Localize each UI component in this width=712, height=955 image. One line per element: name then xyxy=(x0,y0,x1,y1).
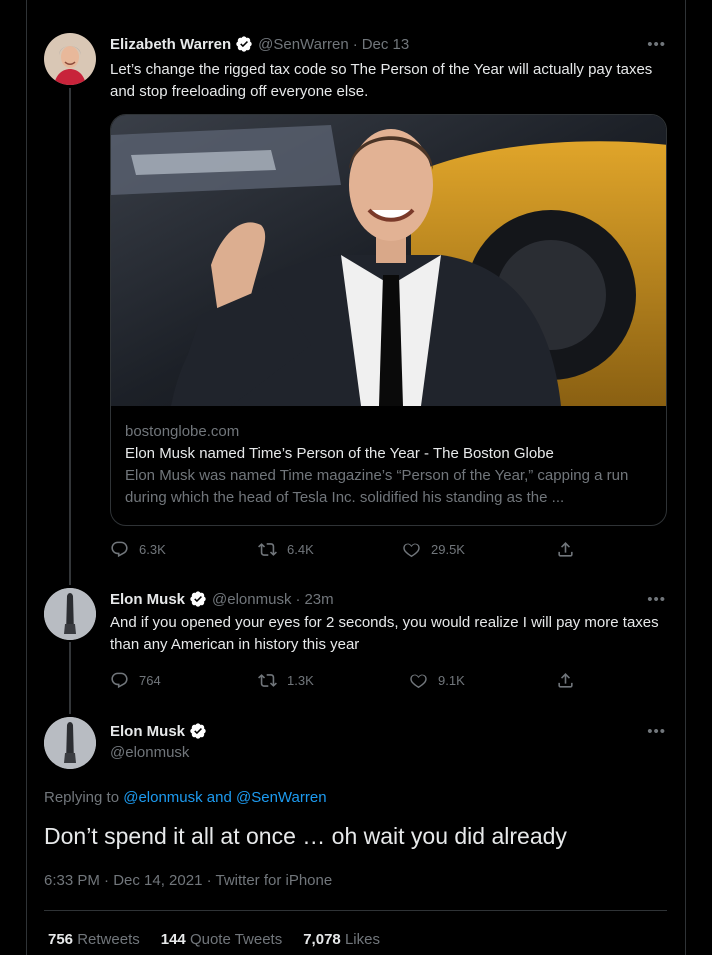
verified-badge-icon xyxy=(189,590,207,608)
likes-count: 7,078 xyxy=(303,931,341,948)
retweet-button[interactable]: 1.3K xyxy=(258,671,314,690)
retweet-count: 1.3K xyxy=(287,673,314,688)
thread-connector xyxy=(69,88,71,585)
tweet-timestamp[interactable]: 6:33 PM · Dec 14, 2021 · Twitter for iPh… xyxy=(44,872,332,889)
reply-icon xyxy=(111,672,128,689)
author-handle[interactable]: @elonmusk xyxy=(212,591,291,608)
tweet-actions: 6.3K 6.4K 29.5K xyxy=(110,540,580,560)
retweet-icon xyxy=(258,543,277,556)
more-options-icon[interactable]: ••• xyxy=(647,36,666,53)
author-handle[interactable]: @elonmusk xyxy=(110,744,189,761)
like-button[interactable]: 9.1K xyxy=(409,671,465,690)
retweet-icon xyxy=(258,674,277,687)
share-icon xyxy=(558,542,573,557)
card-image xyxy=(111,115,666,406)
heart-icon xyxy=(403,543,420,558)
like-button[interactable]: 29.5K xyxy=(402,540,465,559)
engagement-stats: 756 Retweets 144 Quote Tweets 7,078 Like… xyxy=(48,931,380,948)
link-card[interactable]: bostonglobe.com Elon Musk named Time’s P… xyxy=(110,114,667,526)
tweet-header: Elon Musk @elonmusk · 23m xyxy=(110,590,334,608)
retweet-button[interactable]: 6.4K xyxy=(258,540,314,559)
reply-button[interactable]: 764 xyxy=(110,671,161,690)
separator: · xyxy=(352,35,358,53)
main-tweet-header: Elon Musk xyxy=(110,722,212,740)
more-options-icon[interactable]: ••• xyxy=(647,723,666,740)
tweet-actions: 764 1.3K 9.1K xyxy=(110,671,580,691)
avatar-elonmusk[interactable] xyxy=(44,588,96,640)
replying-to: Replying to @elonmusk and @SenWarren xyxy=(44,789,327,806)
avatar-elonmusk[interactable] xyxy=(44,717,96,769)
share-icon xyxy=(558,673,573,688)
card-description: Elon Musk was named Time magazine’s “Per… xyxy=(125,467,629,506)
main-tweet-text: Don’t spend it all at once … oh wait you… xyxy=(44,823,567,849)
tweet-text: And if you opened your eyes for 2 second… xyxy=(110,614,659,653)
likes-stat[interactable]: 7,078 Likes xyxy=(303,931,380,948)
divider xyxy=(44,910,667,911)
card-title: Elon Musk named Time’s Person of the Yea… xyxy=(125,445,554,462)
retweet-count: 6.4K xyxy=(287,542,314,557)
like-count: 9.1K xyxy=(438,673,465,688)
verified-badge-icon xyxy=(235,35,253,53)
reply-button[interactable]: 6.3K xyxy=(110,540,166,559)
author-name[interactable]: Elon Musk xyxy=(110,723,185,740)
tweet-header: Elizabeth Warren @SenWarren · Dec 13 xyxy=(110,35,409,53)
like-count: 29.5K xyxy=(431,542,465,557)
tweet-text: Let’s change the rigged tax code so The … xyxy=(110,61,653,100)
card-domain: bostonglobe.com xyxy=(125,423,240,440)
quotes-label: Quote Tweets xyxy=(189,931,283,948)
reply-icon xyxy=(111,541,128,558)
reply-count: 764 xyxy=(139,673,161,688)
avatar-warren[interactable] xyxy=(44,33,96,85)
quote-tweets-stat[interactable]: 144 Quote Tweets xyxy=(161,931,282,948)
thread-connector xyxy=(69,642,71,714)
retweets-count: 756 xyxy=(48,931,74,948)
tweet-date[interactable]: Dec 13 xyxy=(362,36,410,53)
author-name[interactable]: Elizabeth Warren xyxy=(110,36,231,53)
separator: · xyxy=(295,590,301,608)
likes-label: Likes xyxy=(344,931,380,948)
verified-badge-icon xyxy=(189,722,207,740)
author-name[interactable]: Elon Musk xyxy=(110,591,185,608)
share-button[interactable] xyxy=(556,671,575,690)
retweets-label: Retweets xyxy=(77,931,140,948)
replying-prefix: Replying to xyxy=(44,789,120,806)
share-button[interactable] xyxy=(556,540,575,559)
heart-icon xyxy=(410,674,427,689)
replying-to-links[interactable]: @elonmusk and @SenWarren xyxy=(123,789,326,806)
more-options-icon[interactable]: ••• xyxy=(647,591,666,608)
author-handle[interactable]: @SenWarren xyxy=(258,36,349,53)
tweet-date[interactable]: 23m xyxy=(304,591,333,608)
quotes-count: 144 xyxy=(160,931,186,948)
retweets-stat[interactable]: 756 Retweets xyxy=(48,931,140,948)
reply-count: 6.3K xyxy=(139,542,166,557)
